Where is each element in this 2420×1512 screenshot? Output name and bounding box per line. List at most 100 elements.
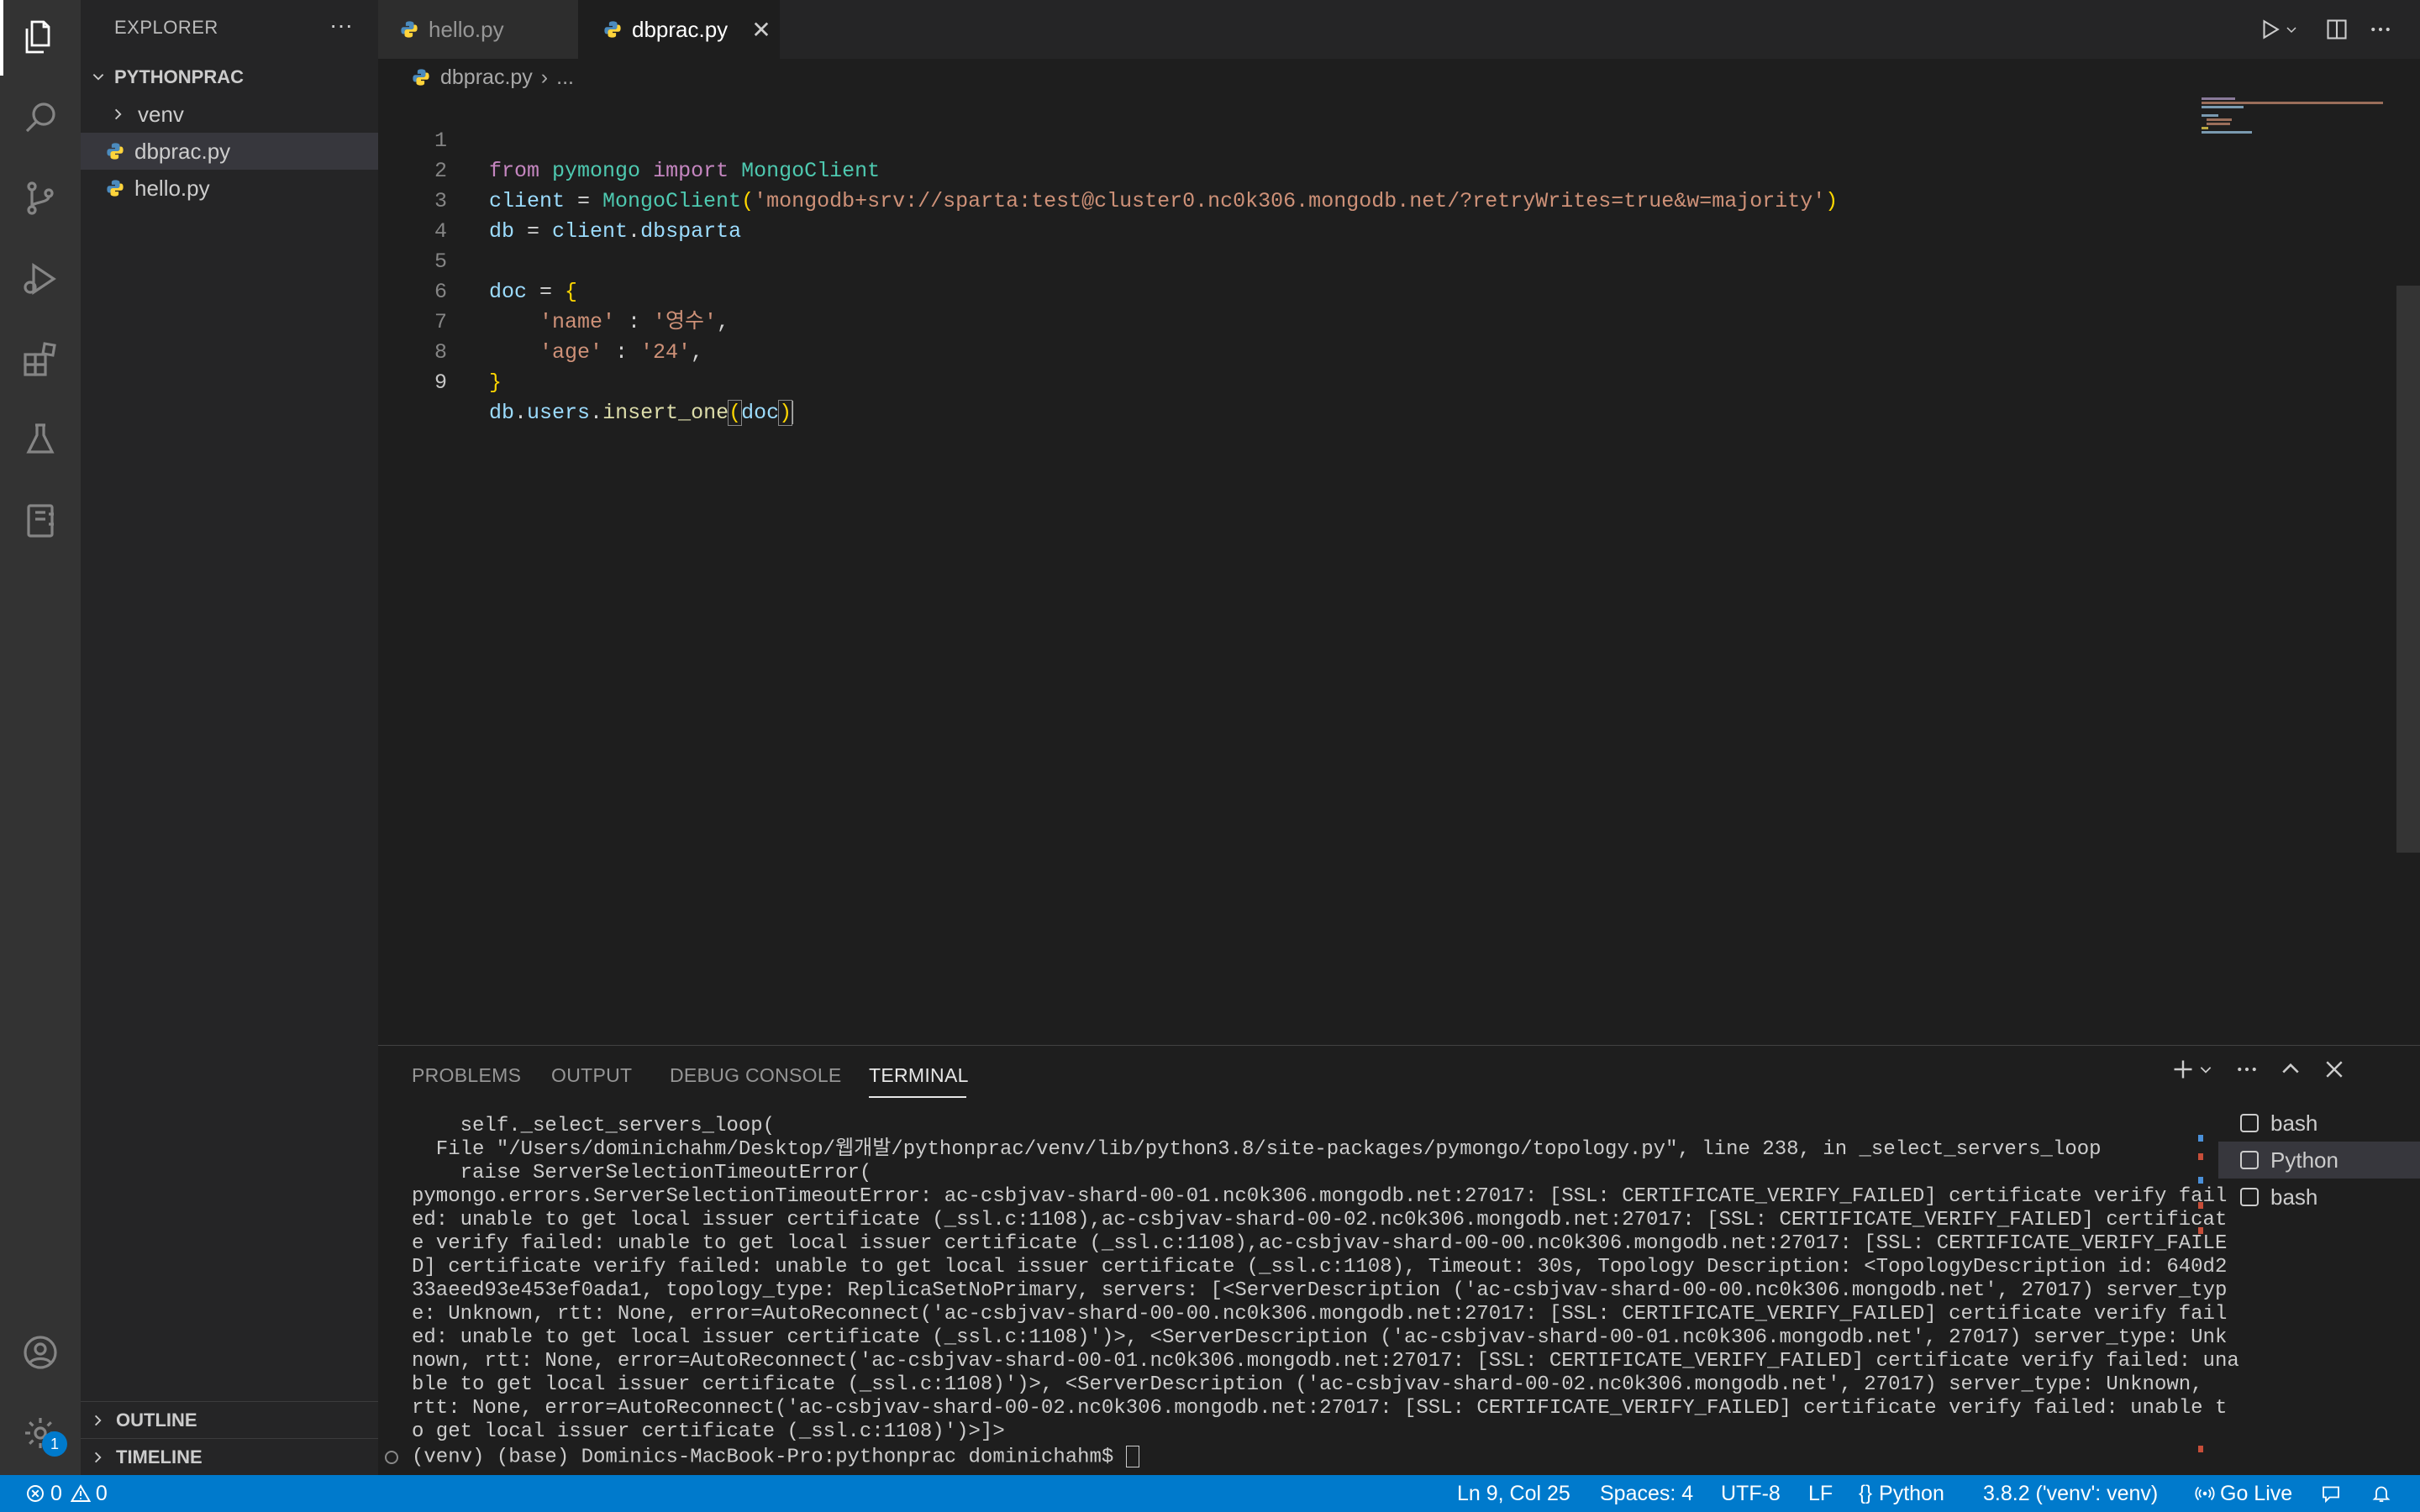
warning-icon [70,1484,91,1502]
terminal-line: e verify failed: unable to get local iss… [412,1232,2228,1255]
run-debug-icon[interactable] [20,259,60,299]
minimap[interactable] [2198,96,2383,146]
tab-label: hello.py [429,16,504,42]
timeline-section-header[interactable]: TIMELINE [81,1438,378,1476]
code-line-1: 1 from pymongo import MongoClient [378,96,2193,183]
terminal-prompt: (venv) (base) Dominics-MacBook-Pro:pytho… [412,1446,1139,1469]
python-interpreter[interactable]: 3.8.2 ('venv': venv) [1983,1475,2158,1512]
outline-section-header[interactable]: OUTLINE [81,1401,378,1439]
python-file-icon [107,143,124,160]
folder-root-pythonprac[interactable]: PYTHONPRAC [81,59,378,96]
maximize-panel-chevron-up-icon[interactable] [2279,1058,2302,1088]
tree-item-label: dbprac.py [134,138,231,164]
explorer-icon[interactable] [20,17,60,57]
activity-bar: 1 [0,0,81,1475]
tab-hello-py[interactable]: hello.py [378,0,578,59]
terminal-dropdown-chevron-icon[interactable] [2198,1058,2213,1088]
python-file-icon [107,180,124,197]
tree-item-label: hello.py [134,175,210,201]
text-cursor [792,401,794,425]
terminal-line: self._select_servers_loop( [412,1115,776,1137]
problems-status[interactable]: 0 0 [25,1475,108,1512]
cursor-position[interactable]: Ln 9, Col 25 [1457,1475,1570,1512]
code-editor[interactable]: 1 from pymongo import MongoClient 2 clie… [378,96,2395,1045]
editor-vertical-scrollbar[interactable] [2396,286,2420,853]
warning-count: 0 [95,1481,108,1505]
notifications-bell-icon[interactable] [2371,1475,2391,1512]
token-paren: ( [728,400,743,426]
chevron-right-icon [94,1452,102,1463]
settings-update-badge: 1 [42,1431,67,1457]
split-editor-icon[interactable] [2323,15,2351,44]
terminal-line: D] certificate verify failed: unable to … [412,1256,2228,1278]
more-actions-icon[interactable]: ··· [329,12,353,39]
search-icon[interactable] [20,97,60,138]
go-live-button[interactable]: Go Live [2195,1475,2292,1512]
panel-more-actions-icon[interactable] [2235,1058,2259,1088]
tab-label: dbprac.py [632,16,729,42]
code-line-7: 7 'age' : '24', [378,277,2193,365]
token-brace: } [489,370,502,395]
breadcrumb-file[interactable]: dbprac.py [440,66,533,90]
language-label: Python [1879,1481,1944,1505]
editor-more-actions-icon[interactable] [2366,15,2395,44]
panel-tab-output[interactable]: OUTPUT [551,1064,632,1087]
terminal-line: ed: unable to get local issuer certifica… [412,1326,2228,1349]
code-line-6: 6 'name' : '영수', [378,247,2193,334]
terminal-instances-list: bash Python bash [2218,1105,2420,1215]
extensions-icon[interactable] [20,339,60,380]
status-bar: 0 0 Ln 9, Col 25 Spaces: 4 UTF-8 LF {} P… [0,1475,2420,1512]
breadcrumb-separator: › [540,65,549,89]
panel-tab-problems[interactable]: PROBLEMS [412,1064,521,1087]
error-icon [27,1485,44,1502]
terminal-instance-label: bash [2270,1184,2318,1210]
folder-root-label: PYTHONPRAC [114,66,245,87]
testing-icon[interactable] [20,420,60,460]
python-file-icon [413,69,429,86]
error-count: 0 [50,1481,62,1505]
tree-item-venv[interactable]: venv [81,96,378,133]
code-line-5: 5 doc = { [378,217,2193,304]
prompt-text: (venv) (base) Dominics-MacBook-Pro:pytho… [412,1446,1126,1469]
tab-close-icon[interactable]: ✕ [751,16,771,44]
language-mode[interactable]: {} Python [1859,1475,1944,1512]
explorer-sidebar: EXPLORER ··· PYTHONPRAC venv dbprac.py h… [81,0,378,1475]
code-line-2: 2 client = MongoClient('mongodb+srv://sp… [378,126,2193,213]
terminal-line: 33aeed93e453ef0ada1, topology_type: Repl… [412,1279,2228,1302]
terminal-line: File "/Users/dominichahm/Desktop/웹개발/pyt… [412,1138,2102,1161]
notebook-icon[interactable] [20,501,60,541]
terminal-instance-bash-1[interactable]: bash [2218,1105,2420,1142]
token-dot: . [590,401,603,425]
tree-item-dbprac[interactable]: dbprac.py [81,133,378,170]
indentation-status[interactable]: Spaces: 4 [1600,1475,1693,1512]
terminal-instance-bash-2[interactable]: bash [2218,1179,2420,1215]
breadcrumb-symbols[interactable]: ... [556,66,574,90]
token-function: insert_one [602,401,729,425]
chevron-right-icon [114,108,122,120]
eol-status[interactable]: LF [1808,1475,1833,1512]
token-dot: . [514,401,528,425]
run-dropdown-chevron-icon[interactable] [2282,15,2301,44]
breadcrumb: dbprac.py › ... [378,59,2420,96]
terminal-line: ble to get local issuer certificate (_ss… [412,1373,2203,1396]
close-panel-icon[interactable] [2323,1058,2346,1088]
encoding-status[interactable]: UTF-8 [1721,1475,1781,1512]
run-python-file-icon[interactable] [2255,15,2284,44]
terminal-icon [2240,1114,2259,1132]
panel-tab-debug-console[interactable]: DEBUG CONSOLE [670,1064,842,1087]
tree-item-hello[interactable]: hello.py [81,170,378,207]
account-icon[interactable] [20,1332,60,1373]
tab-dbprac-py[interactable]: dbprac.py ✕ [578,0,780,59]
chevron-right-icon [94,1415,102,1426]
new-terminal-plus-icon[interactable] [2171,1058,2195,1088]
tree-item-label: venv [138,101,184,127]
feedback-icon[interactable] [2321,1475,2341,1512]
source-control-icon[interactable] [20,178,60,218]
terminal-scrollbar-markers [2198,1110,2203,1462]
terminal-instance-label: bash [2270,1110,2318,1136]
terminal-output[interactable]: self._select_servers_loop( File "/Users/… [412,1115,2420,1444]
panel-tab-terminal[interactable]: TERMINAL [869,1064,969,1087]
command-decoration-icon[interactable] [385,1451,398,1464]
terminal-instance-python[interactable]: Python [2218,1142,2420,1179]
token-paren: ) [778,400,793,426]
